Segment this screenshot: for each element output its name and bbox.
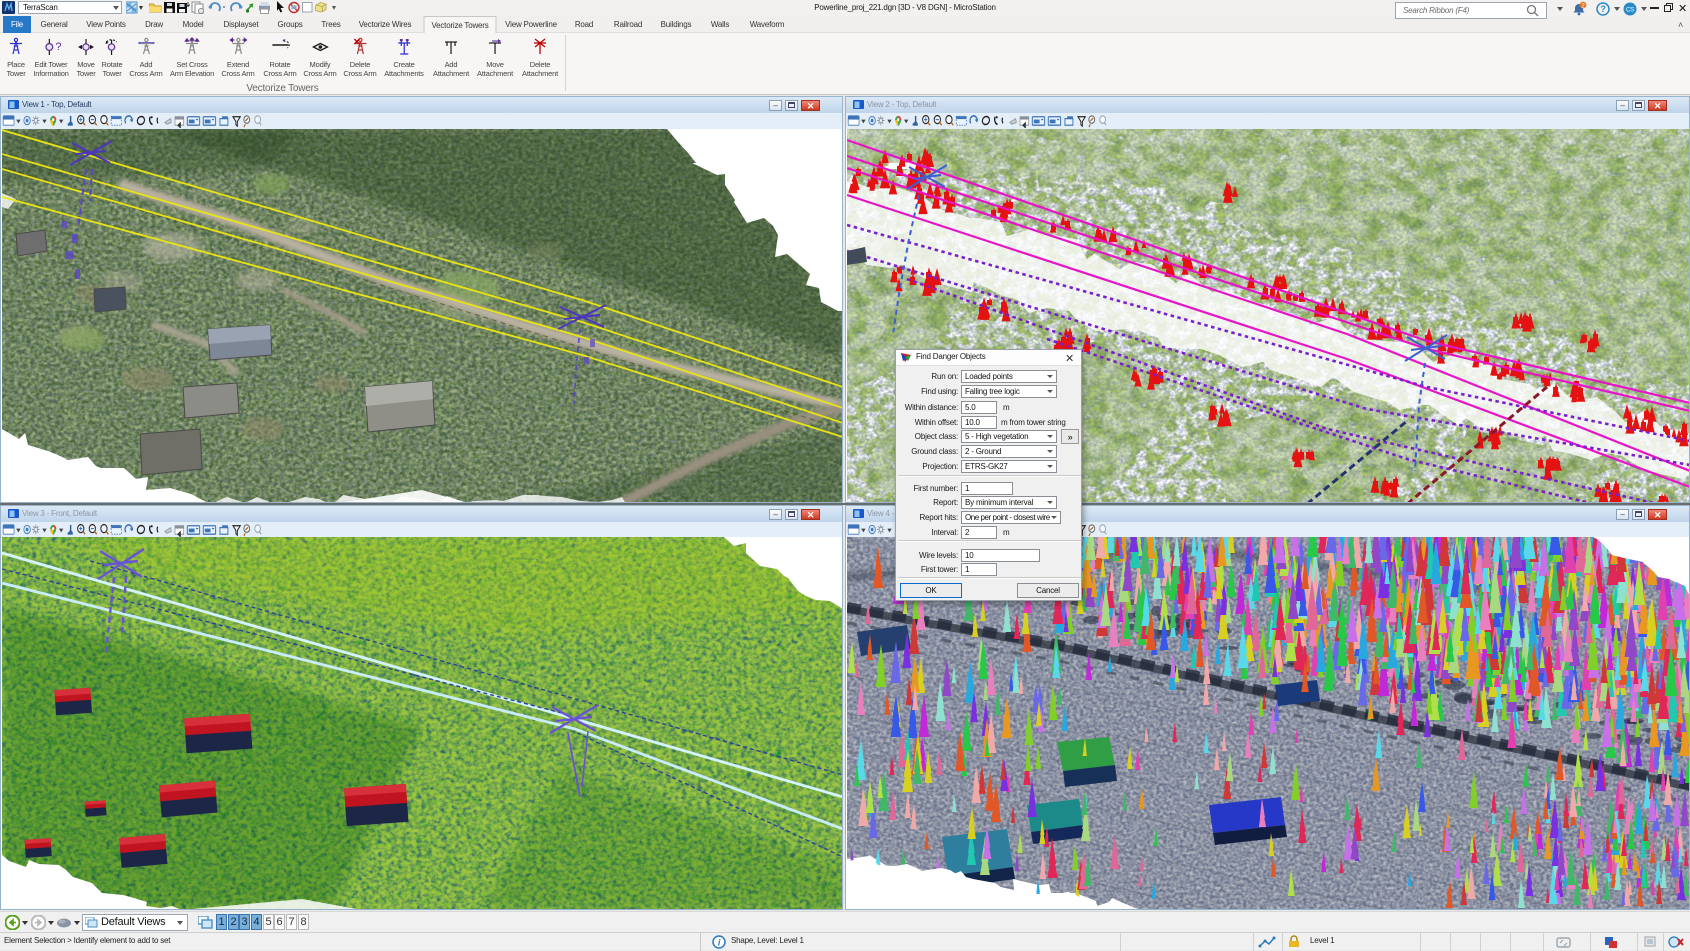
svg-text:?: ? <box>1600 4 1605 14</box>
svg-text:CS: CS <box>1626 8 1634 14</box>
svg-text:?: ? <box>55 41 61 53</box>
